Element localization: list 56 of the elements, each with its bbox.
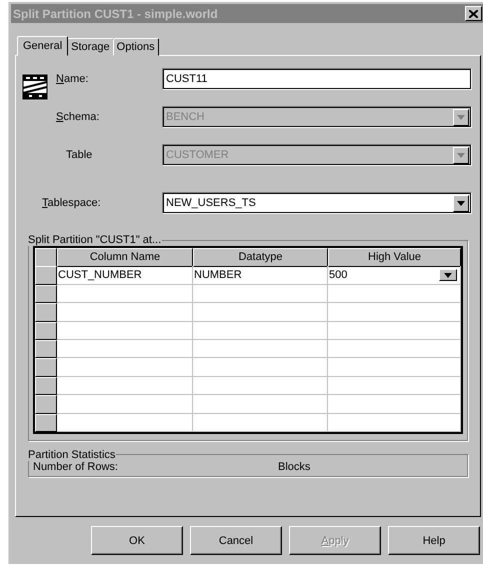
empty-cell[interactable] — [328, 284, 461, 304]
tab[interactable]: Storage — [67, 38, 114, 56]
dropdown-arrow-icon — [457, 152, 465, 158]
empty-cell[interactable] — [193, 303, 328, 322]
row-header[interactable] — [35, 266, 57, 285]
empty-cell[interactable] — [328, 358, 461, 377]
empty-cell[interactable] — [328, 303, 461, 322]
empty-cell[interactable] — [193, 358, 328, 377]
dropdown-arrow-icon — [457, 200, 465, 206]
empty-cell[interactable] — [328, 322, 461, 340]
empty-cell[interactable] — [193, 414, 328, 432]
empty-cell[interactable] — [328, 414, 461, 432]
group-title: Split Partition "CUST1" at... — [27, 234, 162, 246]
empty-cell[interactable] — [328, 376, 461, 396]
empty-cell[interactable] — [193, 376, 328, 396]
row-header[interactable] — [35, 376, 57, 396]
group-title: Partition Statistics — [27, 448, 116, 461]
column-header[interactable]: Column Name — [57, 248, 193, 267]
row-header[interactable] — [35, 395, 57, 414]
dropdown-arrow-icon — [444, 272, 452, 278]
close-button[interactable] — [465, 6, 482, 21]
dialog-button[interactable]: Cancel — [190, 526, 282, 555]
window-title: Split Partition CUST1 - simple.world — [13, 6, 218, 20]
empty-cell[interactable] — [328, 395, 461, 414]
input-field[interactable]: CUST11 — [162, 68, 472, 90]
table-cell: 500 — [328, 266, 461, 285]
partition-table-icon — [22, 74, 48, 100]
row-header[interactable] — [35, 358, 57, 377]
dialog-button[interactable]: Help — [388, 526, 480, 555]
close-icon — [469, 10, 478, 18]
column-header[interactable]: High Value — [328, 248, 461, 267]
tab[interactable]: Options — [112, 38, 159, 56]
table-cell: NUMBER — [193, 266, 328, 285]
empty-cell[interactable] — [193, 340, 328, 358]
dropdown-arrow-icon — [457, 114, 465, 120]
field-label: Tablespace: — [42, 197, 102, 209]
empty-cell[interactable] — [193, 284, 328, 304]
empty-cell[interactable] — [328, 340, 461, 358]
field-label: Name: — [56, 73, 90, 85]
tab[interactable]: General — [17, 36, 68, 56]
empty-cell[interactable] — [193, 322, 328, 340]
dropdown-button[interactable] — [439, 269, 457, 282]
row-header[interactable] — [35, 322, 57, 340]
dropdown-field[interactable]: NEW_USERS_TS — [162, 192, 472, 214]
column-header[interactable]: Datatype — [193, 248, 328, 267]
row-header[interactable] — [35, 340, 57, 358]
row-header[interactable] — [35, 303, 57, 322]
table-cell: CUST_NUMBER — [57, 266, 193, 285]
row-header[interactable] — [35, 284, 57, 304]
rows-label: Number of Rows: — [33, 460, 118, 473]
field-label: Schema: — [56, 111, 100, 123]
empty-cell[interactable] — [193, 395, 328, 414]
blocks-label: Blocks — [278, 460, 310, 473]
field-label: Table — [65, 149, 94, 161]
row-header[interactable] — [35, 414, 57, 432]
dialog-button[interactable]: OK — [91, 526, 183, 555]
